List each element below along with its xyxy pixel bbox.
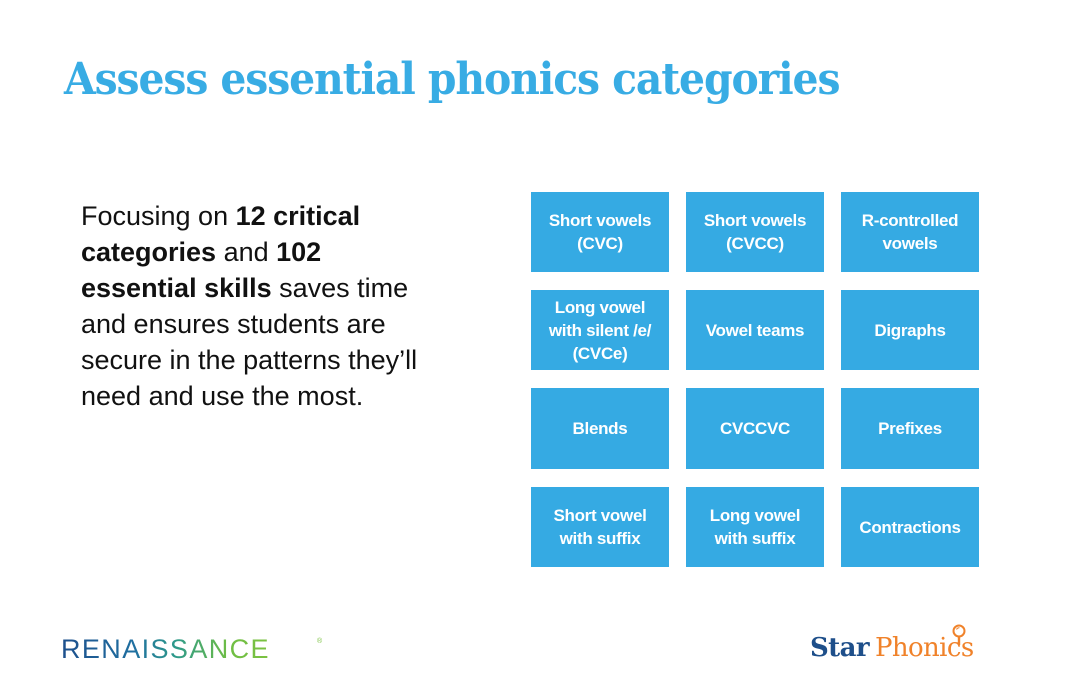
category-label: Vowel teams: [705, 320, 805, 340]
category-tile: CVCCVC: [686, 388, 824, 469]
category-label: Long vowel with silent /e/ (CVCe): [548, 297, 652, 363]
category-label: Short vowels (CVC): [548, 211, 652, 253]
body-text-segment: Focusing on: [81, 201, 236, 231]
category-tile: Short vowel with suffix: [531, 487, 669, 567]
magnifying-glass-icon: [952, 624, 966, 645]
category-tile: Digraphs: [841, 290, 979, 370]
body-paragraph: Focusing on 12 critical categories and 1…: [81, 198, 426, 414]
category-tile: Blends: [531, 388, 669, 469]
registered-mark-icon: ®: [317, 638, 323, 645]
logo-word-star: Star: [810, 633, 870, 663]
category-label: Long vowel with suffix: [709, 506, 801, 548]
category-tile: Prefixes: [841, 388, 979, 469]
category-label: Short vowel with suffix: [553, 506, 647, 548]
phonics-category-grid: Short vowels (CVC) Short vowels (CVCC) R…: [531, 192, 979, 567]
category-label: Prefixes: [878, 419, 942, 438]
category-label: Short vowels (CVCC): [703, 211, 807, 253]
slide-title: Assess essential phonics categories: [64, 54, 840, 105]
body-text-segment: and: [216, 237, 277, 267]
category-tile: Long vowel with silent /e/ (CVCe): [531, 290, 669, 370]
category-label: Contractions: [859, 517, 961, 537]
category-label: Blends: [572, 419, 628, 438]
category-tile: Short vowels (CVC): [531, 192, 669, 272]
category-label: Digraphs: [874, 320, 946, 340]
category-tile: Contractions: [841, 487, 979, 567]
category-tile: R-controlled vowels: [841, 192, 979, 272]
category-tile: Long vowel with suffix: [686, 487, 824, 567]
category-tile: Vowel teams: [686, 290, 824, 370]
category-label: CVCCVC: [720, 419, 790, 438]
category-label: R-controlled vowels: [861, 211, 959, 253]
renaissance-logo: RENAISSANCE: [61, 634, 270, 664]
category-tile: Short vowels (CVCC): [686, 192, 824, 272]
